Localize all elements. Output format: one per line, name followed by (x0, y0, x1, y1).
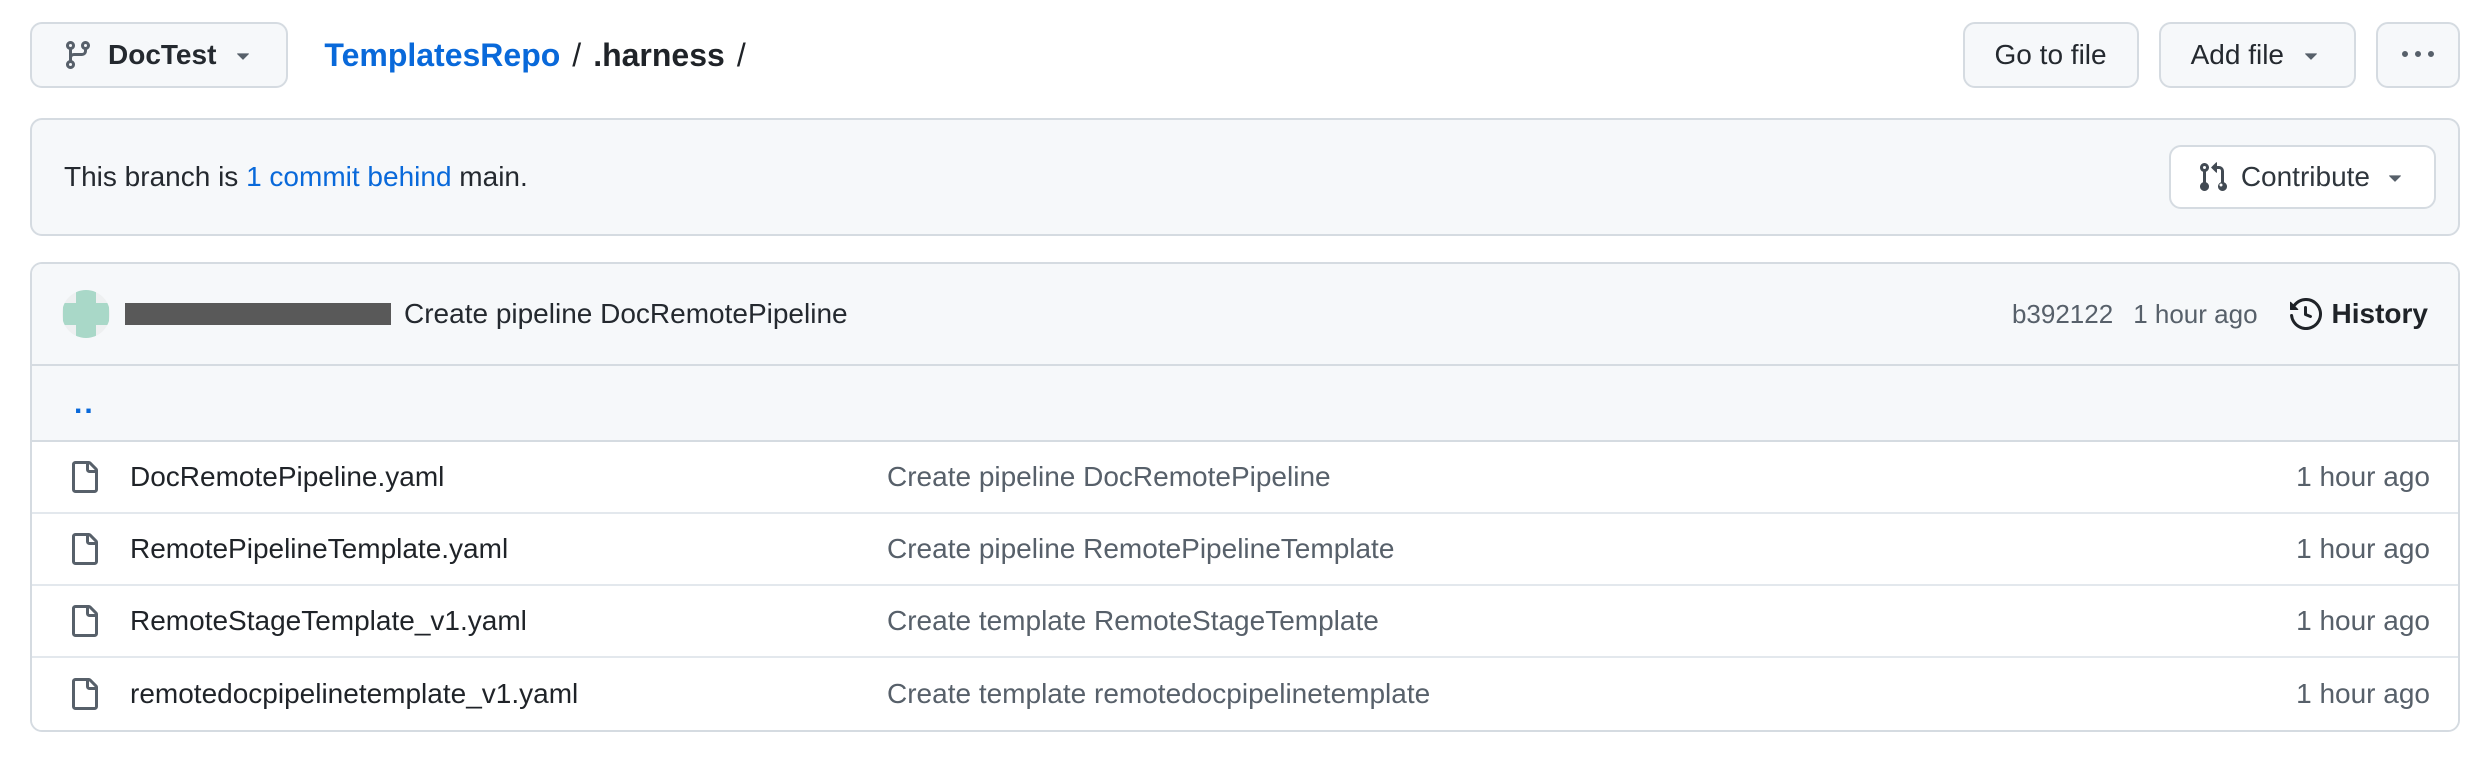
file-name-link[interactable]: RemoteStageTemplate_v1.yaml (130, 605, 527, 637)
banner-text: This branch is 1 commit behind main. (64, 161, 528, 193)
chevron-down-icon (2382, 164, 2408, 190)
file-row[interactable]: RemotePipelineTemplate.yaml Create pipel… (32, 514, 2458, 586)
file-name-link[interactable]: remotedocpipelinetemplate_v1.yaml (130, 678, 578, 710)
commit-sha-link[interactable]: b392122 (2012, 299, 2113, 330)
banner-text-suffix: main. (459, 161, 527, 192)
add-file-button[interactable]: Add file (2159, 22, 2356, 88)
file-row[interactable]: RemoteStageTemplate_v1.yaml Create templ… (32, 586, 2458, 658)
file-row[interactable]: DocRemotePipeline.yaml Create pipeline D… (32, 442, 2458, 514)
git-branch-icon (62, 39, 94, 71)
git-compare-icon (2197, 161, 2229, 193)
history-label: History (2332, 298, 2428, 330)
commits-behind-link[interactable]: 1 commit behind (246, 161, 451, 192)
commit-author-avatar[interactable] (62, 290, 110, 338)
repo-header-bar: DocTest TemplatesRepo / .harness / Go to… (30, 20, 2460, 90)
file-name-link[interactable]: RemotePipelineTemplate.yaml (130, 533, 508, 565)
file-updated-time: 1 hour ago (2296, 533, 2430, 565)
repo-action-buttons: Go to file Add file (1963, 22, 2460, 88)
file-updated-time: 1 hour ago (2296, 461, 2430, 493)
commit-author-redacted (125, 303, 391, 325)
file-row[interactable]: remotedocpipelinetemplate_v1.yaml Create… (32, 658, 2458, 730)
file-icon (68, 678, 100, 710)
file-commit-message-link[interactable]: Create template RemoteStageTemplate (887, 605, 2296, 637)
file-icon (68, 461, 100, 493)
avatar-plus-icon (63, 303, 109, 325)
go-to-file-button[interactable]: Go to file (1963, 22, 2139, 88)
add-file-label: Add file (2191, 39, 2284, 71)
branch-name-label: DocTest (108, 39, 216, 71)
latest-commit-bar: Create pipeline DocRemotePipeline b39212… (32, 264, 2458, 366)
branch-selector-button[interactable]: DocTest (30, 22, 288, 88)
commit-time: 1 hour ago (2133, 299, 2257, 330)
file-commit-message-link[interactable]: Create pipeline DocRemotePipeline (887, 461, 2296, 493)
contribute-button[interactable]: Contribute (2169, 145, 2436, 209)
branch-behind-banner: This branch is 1 commit behind main. Con… (30, 118, 2460, 236)
contribute-label: Contribute (2241, 161, 2370, 193)
file-updated-time: 1 hour ago (2296, 605, 2430, 637)
file-name-link[interactable]: DocRemotePipeline.yaml (130, 461, 444, 493)
file-commit-message-link[interactable]: Create pipeline RemotePipelineTemplate (887, 533, 2296, 565)
file-icon (68, 533, 100, 565)
latest-commit-message-link[interactable]: Create pipeline DocRemotePipeline (404, 298, 848, 330)
file-icon (68, 605, 100, 637)
more-options-button[interactable] (2376, 22, 2460, 88)
chevron-down-icon (230, 42, 256, 68)
kebab-horizontal-icon (2402, 39, 2434, 71)
breadcrumb-current-dir: .harness (593, 37, 725, 74)
chevron-down-icon (2298, 42, 2324, 68)
file-updated-time: 1 hour ago (2296, 678, 2430, 710)
breadcrumb-repo-link[interactable]: TemplatesRepo (324, 37, 560, 74)
file-commit-message-link[interactable]: Create template remotedocpipelinetemplat… (887, 678, 2296, 710)
parent-directory-link[interactable]: .. (74, 396, 95, 411)
history-clock-icon (2290, 298, 2322, 330)
go-to-file-label: Go to file (1995, 39, 2107, 71)
breadcrumb-separator: / (572, 37, 581, 74)
repo-file-browser-page: DocTest TemplatesRepo / .harness / Go to… (0, 0, 2490, 764)
file-listing-box: Create pipeline DocRemotePipeline b39212… (30, 262, 2460, 732)
history-link[interactable]: History (2290, 298, 2428, 330)
parent-directory-row[interactable]: .. (32, 366, 2458, 442)
breadcrumb-separator: / (737, 37, 746, 74)
banner-text-prefix: This branch is (64, 161, 246, 192)
breadcrumb: TemplatesRepo / .harness / (324, 37, 745, 74)
